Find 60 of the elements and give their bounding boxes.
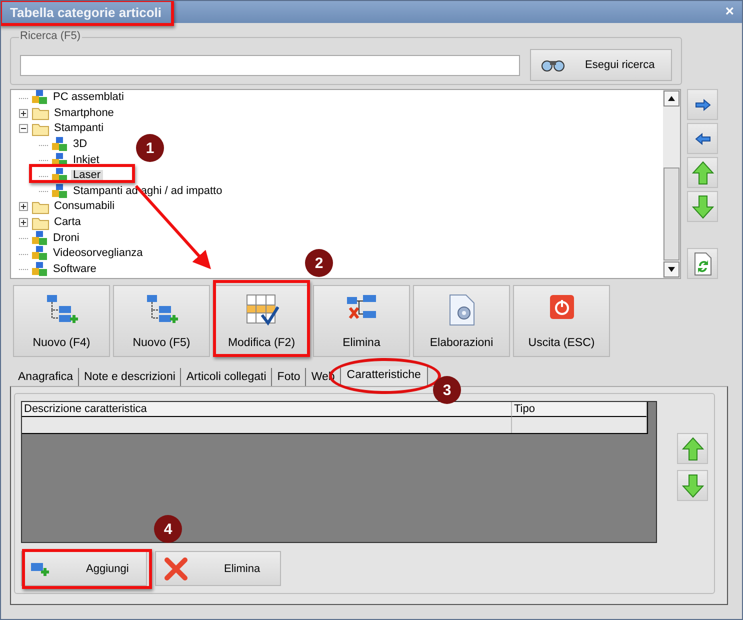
window-title: Tabella categorie articoli bbox=[10, 5, 162, 20]
power-icon bbox=[548, 293, 576, 321]
folder-icon bbox=[32, 122, 49, 136]
column-header[interactable]: Tipo bbox=[512, 402, 647, 417]
grid-check-icon bbox=[244, 293, 278, 327]
tree-item[interactable]: Carta bbox=[52, 217, 83, 228]
move-right-button[interactable] bbox=[687, 89, 718, 120]
folder-icon bbox=[32, 106, 49, 120]
toolbar-button[interactable]: Elaborazioni bbox=[413, 285, 510, 357]
tree-item[interactable]: 3D bbox=[71, 139, 90, 150]
tree-item[interactable]: Laser bbox=[71, 170, 103, 182]
expand-toggle[interactable] bbox=[19, 108, 28, 118]
delete-icon bbox=[164, 556, 188, 580]
collapse-toggle[interactable] bbox=[19, 124, 28, 134]
document-gear-icon bbox=[446, 293, 476, 327]
toolbar-button[interactable]: Uscita (ESC) bbox=[513, 285, 610, 357]
tab[interactable]: Caratteristiche bbox=[340, 366, 428, 386]
folder-icon bbox=[32, 200, 49, 214]
move-down-button[interactable] bbox=[687, 191, 718, 222]
search-field[interactable] bbox=[20, 54, 520, 76]
tree-item[interactable]: Stampanti bbox=[52, 123, 106, 134]
tree-item[interactable]: PC assemblati bbox=[51, 92, 126, 104]
add-icon bbox=[30, 560, 50, 576]
category-icon bbox=[32, 262, 48, 277]
move-up-button[interactable] bbox=[677, 433, 708, 464]
tree-item[interactable]: Videosorveglianza bbox=[51, 248, 145, 260]
tree-item[interactable]: Droni bbox=[51, 232, 82, 244]
move-left-button[interactable] bbox=[687, 123, 718, 154]
refresh-button[interactable] bbox=[687, 248, 718, 279]
column-header[interactable]: Descrizione caratteristica bbox=[22, 402, 512, 417]
toolbar-button[interactable]: Nuovo (F5) bbox=[113, 285, 210, 357]
category-icon bbox=[32, 230, 48, 246]
category-icon bbox=[32, 246, 48, 262]
category-icon bbox=[52, 184, 68, 199]
category-icon bbox=[52, 137, 68, 152]
down-arrow-icon bbox=[692, 194, 714, 218]
folder-icon bbox=[32, 216, 49, 230]
up-arrow-icon bbox=[692, 160, 714, 184]
tree-item[interactable]: Software bbox=[51, 264, 98, 275]
expand-toggle[interactable] bbox=[19, 218, 28, 228]
binoculars-icon bbox=[541, 58, 565, 72]
move-up-button[interactable] bbox=[687, 157, 718, 188]
move-down-button[interactable] bbox=[677, 470, 708, 501]
tree-item[interactable]: Consumabili bbox=[52, 201, 117, 212]
toolbar-button[interactable]: Nuovo (F4) bbox=[13, 285, 110, 357]
up-arrow-icon bbox=[682, 436, 704, 460]
left-arrow-icon bbox=[694, 132, 710, 144]
search-button[interactable]: Esegui ricerca bbox=[530, 49, 672, 81]
panel-button[interactable]: Elimina bbox=[155, 551, 281, 586]
group-label: Ricerca (F5) bbox=[19, 30, 82, 42]
down-arrow-icon bbox=[682, 474, 704, 498]
expand-toggle[interactable] bbox=[19, 202, 28, 212]
refresh-icon bbox=[692, 252, 714, 276]
category-icon bbox=[32, 90, 48, 106]
scroll-bar[interactable] bbox=[663, 90, 680, 278]
panel-button[interactable]: Aggiungi bbox=[21, 551, 147, 586]
tree-item[interactable]: Inkjet bbox=[71, 154, 102, 166]
toolbar-button[interactable]: Elimina bbox=[313, 285, 410, 357]
tree-item[interactable]: Smartphone bbox=[52, 108, 116, 119]
right-arrow-icon bbox=[694, 98, 710, 110]
